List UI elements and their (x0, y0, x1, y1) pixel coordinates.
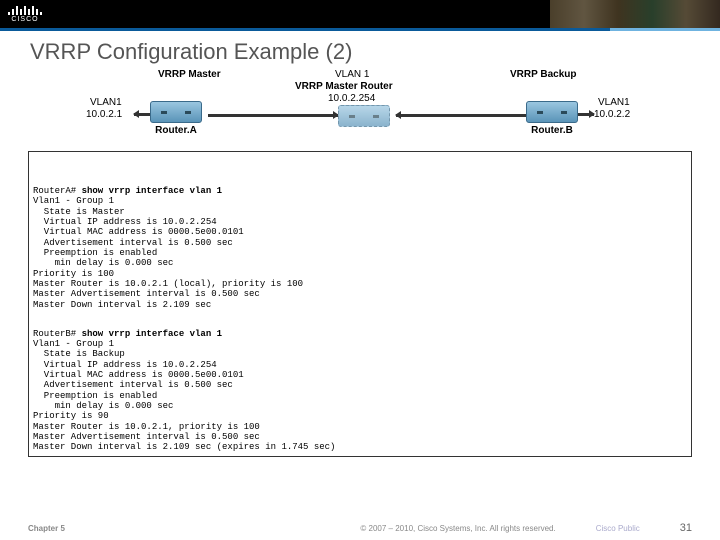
top-bar: CISCO (0, 0, 720, 28)
slide-footer: Chapter 5 © 2007 – 2010, Cisco Systems, … (0, 522, 720, 534)
left-ip: 10.0.2.1 (86, 109, 122, 120)
right-router-name: Router.B (526, 125, 578, 136)
cli-b-lines: Vlan1 - Group 1 State is Backup Virtual … (33, 339, 335, 452)
slide-title: VRRP Configuration Example (2) (0, 31, 720, 69)
right-ip: 10.0.2.2 (594, 109, 630, 120)
router-icon (150, 101, 202, 123)
cli-b-cmd: show vrrp interface vlan 1 (82, 329, 222, 339)
cli-output-box: RouterA# show vrrp interface vlan 1 Vlan… (28, 151, 692, 457)
header-photo-strip (550, 0, 720, 28)
right-role: VRRP Backup (510, 69, 577, 80)
right-vlan: VLAN1 (598, 97, 630, 108)
left-router-name: Router.A (150, 125, 202, 136)
master-role-label: VRRP Master Router (295, 81, 393, 92)
cli-a-cmd: show vrrp interface vlan 1 (82, 186, 222, 196)
left-vlan: VLAN1 (90, 97, 122, 108)
cli-b-prompt: RouterB# (33, 329, 82, 339)
public-label: Cisco Public (596, 524, 640, 533)
chapter-label: Chapter 5 (28, 524, 65, 533)
vlan-top-label: VLAN 1 (335, 69, 369, 80)
page-number: 31 (680, 522, 692, 534)
accent-bar (0, 28, 720, 31)
brand-logo: CISCO (8, 5, 42, 23)
router-icon (338, 105, 390, 127)
router-icon (526, 101, 578, 123)
cli-a-prompt: RouterA# (33, 186, 82, 196)
cli-a-lines: Vlan1 - Group 1 State is Master Virtual … (33, 196, 303, 309)
logo-bars-icon (8, 5, 42, 15)
network-diagram: VLAN 1 VRRP Master Router 10.0.2.254 VRR… (50, 69, 670, 151)
left-role: VRRP Master (158, 69, 221, 80)
brand-name: CISCO (11, 16, 38, 23)
copyright: © 2007 – 2010, Cisco Systems, Inc. All r… (360, 524, 555, 533)
